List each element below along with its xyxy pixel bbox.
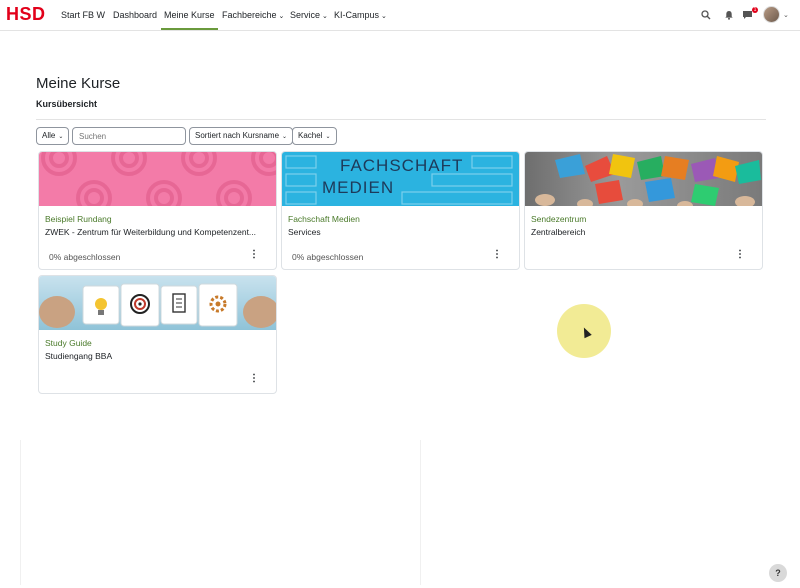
nav-label: Meine Kurse bbox=[164, 10, 215, 20]
chevron-down-icon: ⌄ bbox=[322, 13, 328, 20]
page-title: Meine Kurse bbox=[36, 75, 121, 92]
nav-label: Service bbox=[290, 10, 321, 20]
bell-icon[interactable] bbox=[724, 10, 734, 20]
course-actions-menu[interactable]: ⋮ bbox=[249, 373, 259, 384]
pink-circles-pattern bbox=[41, 152, 276, 206]
chevron-down-icon: ⌄ bbox=[58, 134, 64, 140]
avatar[interactable] bbox=[763, 6, 780, 23]
course-image[interactable] bbox=[525, 152, 762, 206]
nav-label: Start FB W bbox=[61, 10, 106, 20]
nav-meine-kurse[interactable]: Meine Kurse bbox=[161, 0, 218, 30]
search-icon[interactable] bbox=[701, 10, 711, 20]
course-card[interactable]: Beispiel Rundang ZWEK - Zentrum für Weit… bbox=[38, 151, 277, 270]
course-category[interactable]: Sendezentrum bbox=[531, 214, 586, 224]
course-progress: 0% abgeschlossen bbox=[49, 252, 121, 262]
message-count-badge: 1 bbox=[752, 7, 758, 13]
chevron-down-icon: ⌄ bbox=[278, 13, 285, 20]
course-image[interactable]: FACHSCHAFT MEDIEN bbox=[282, 152, 519, 206]
image-heading-1: FACHSCHAFT bbox=[340, 156, 464, 175]
course-title[interactable]: Zentralbereich bbox=[531, 227, 759, 237]
help-button[interactable]: ? bbox=[769, 564, 787, 582]
background-line bbox=[20, 440, 21, 585]
search-input[interactable] bbox=[72, 127, 186, 145]
view-label: Kachel bbox=[298, 131, 323, 140]
course-image[interactable] bbox=[39, 152, 276, 206]
nav-fachbereiche[interactable]: Fachbereiche ⌄ bbox=[222, 0, 284, 30]
hsd-logo[interactable]: HSD bbox=[6, 4, 46, 25]
chevron-down-icon: ⌄ bbox=[325, 134, 331, 140]
course-title[interactable]: Studiengang BBA bbox=[45, 351, 273, 361]
nav-service[interactable]: Service ⌄ bbox=[290, 0, 328, 30]
message-icon[interactable] bbox=[742, 10, 753, 20]
course-title[interactable]: ZWEK - Zentrum für Weiterbildung und Kom… bbox=[45, 227, 273, 237]
course-image[interactable] bbox=[39, 276, 276, 330]
divider bbox=[36, 119, 766, 120]
course-card[interactable]: FACHSCHAFT MEDIEN Fachschaft Medien Serv… bbox=[281, 151, 520, 270]
course-actions-menu[interactable]: ⋮ bbox=[492, 249, 502, 260]
grouping-label: Alle bbox=[42, 131, 56, 140]
puzzle-pieces-illustration bbox=[39, 283, 276, 328]
view-dropdown[interactable]: Kachel ⌄ bbox=[292, 127, 337, 145]
background-line bbox=[420, 440, 421, 585]
image-heading-2: MEDIEN bbox=[322, 178, 395, 197]
nav-ki-campus[interactable]: KI-Campus ⌄ bbox=[334, 0, 387, 30]
course-card[interactable]: Study Guide Studiengang BBA ⋮ bbox=[38, 275, 277, 394]
course-actions-menu[interactable]: ⋮ bbox=[249, 249, 259, 260]
course-category[interactable]: Fachschaft Medien bbox=[288, 214, 360, 224]
section-title: Kursübersicht bbox=[36, 99, 98, 109]
nav-label: Fachbereiche bbox=[222, 10, 277, 20]
nav-start-fb-w[interactable]: Start FB W bbox=[61, 0, 105, 30]
course-title[interactable]: Services bbox=[288, 227, 516, 237]
colorful-envelopes-illustration bbox=[535, 154, 761, 206]
course-actions-menu[interactable]: ⋮ bbox=[735, 249, 745, 260]
chevron-down-icon: ⌄ bbox=[282, 134, 288, 140]
top-navbar: HSD Start FB W Dashboard Meine Kurse Fac… bbox=[0, 0, 800, 31]
course-card[interactable]: Sendezentrum Zentralbereich ⋮ bbox=[524, 151, 763, 270]
nav-label: KI-Campus bbox=[334, 10, 380, 20]
sort-label: Sortiert nach Kursname bbox=[195, 131, 280, 140]
grouping-dropdown[interactable]: Alle ⌄ bbox=[36, 127, 70, 145]
course-progress: 0% abgeschlossen bbox=[292, 252, 364, 262]
sort-dropdown[interactable]: Sortiert nach Kursname ⌄ bbox=[189, 127, 294, 145]
nav-dashboard[interactable]: Dashboard bbox=[113, 0, 157, 30]
chevron-down-icon: ⌄ bbox=[381, 13, 387, 20]
course-category[interactable]: Study Guide bbox=[45, 338, 92, 348]
chevron-down-icon[interactable]: ⌄ bbox=[783, 11, 789, 19]
nav-label: Dashboard bbox=[113, 10, 158, 20]
course-category[interactable]: Beispiel Rundang bbox=[45, 214, 112, 224]
